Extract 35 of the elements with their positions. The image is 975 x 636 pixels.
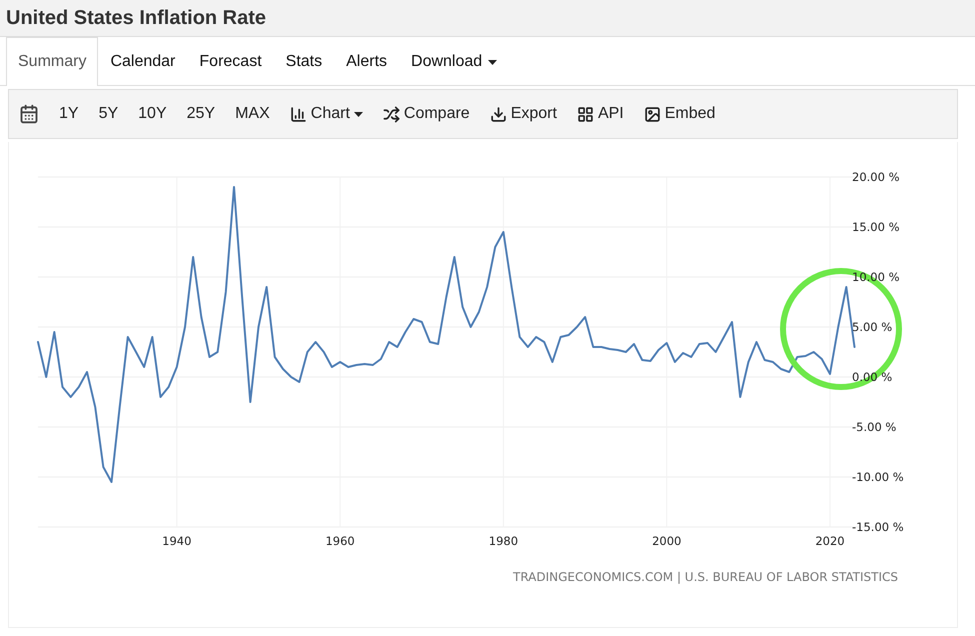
tab[interactable]: Summary [6,37,98,86]
range-button[interactable]: 1Y [49,105,89,123]
toolbar-button[interactable]: Embed [634,105,726,123]
page-title: United States Inflation Rate [6,6,266,30]
tab[interactable]: Alerts [334,37,400,86]
range-button[interactable]: 25Y [176,105,226,123]
x-axis-label: 1980 [488,534,518,548]
x-axis-label: 1940 [162,534,192,548]
image-icon [644,106,661,122]
range-button[interactable]: 5Y [88,105,128,123]
range-button[interactable]: MAX [225,105,280,123]
y-axis-label: 5.00 % [852,320,892,334]
toolbar-button[interactable]: Compare [372,105,480,123]
tab[interactable]: Forecast [187,37,274,86]
tab[interactable]: Stats [274,37,334,86]
toolbar-button[interactable]: Chart [280,105,373,123]
bar-chart-icon [290,106,307,122]
x-axis-label: 1960 [325,534,355,548]
y-axis-label: -15.00 % [852,520,904,534]
shuffle-icon [382,106,400,122]
grid-icon [576,106,594,122]
x-axis-label: 2020 [815,534,845,548]
y-axis-label: 15.00 % [852,220,900,234]
y-axis-label: -5.00 % [852,420,896,434]
y-axis-label: -10.00 % [852,470,904,484]
y-axis-label: 20.00 % [852,170,900,184]
range-button[interactable]: 10Y [128,105,177,123]
tab[interactable]: Calendar [98,37,188,86]
toolbar-button[interactable]: Export [480,105,567,123]
toolbar-button[interactable]: API [566,105,634,123]
download-icon [490,106,507,122]
source-credit: TRADINGECONOMICS.COM | U.S. BUREAU OF LABOR STATISTICS [512,570,898,584]
x-axis-label: 2000 [652,534,682,548]
calendar-icon[interactable] [19,104,39,124]
tab[interactable]: Download [399,37,510,86]
